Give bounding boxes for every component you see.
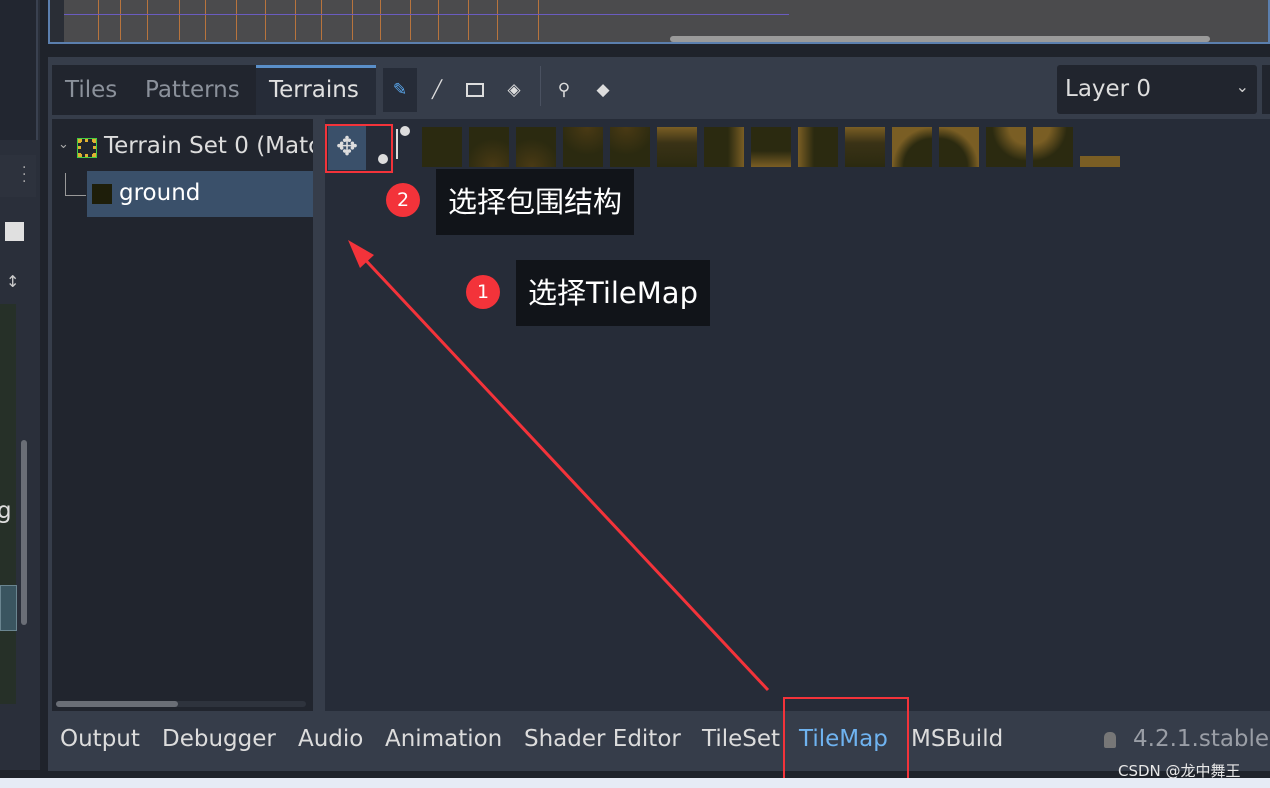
- bottom-tab-output[interactable]: Output: [60, 726, 140, 752]
- highlight-box: [783, 697, 909, 781]
- godot-icon: [1104, 732, 1116, 748]
- bottom-tab-debugger[interactable]: Debugger: [162, 726, 276, 752]
- bottom-tab-animation[interactable]: Animation: [385, 726, 502, 752]
- version-label: 4.2.1.stable.: [1133, 726, 1270, 752]
- bottom-tab-audio[interactable]: Audio: [298, 726, 363, 752]
- bottom-tab-msbuild[interactable]: MSBuild: [911, 726, 1003, 752]
- bottom-tab-shader-editor[interactable]: Shader Editor: [524, 726, 681, 752]
- bottom-tab-tileset[interactable]: TileSet: [702, 726, 780, 752]
- annotation-arrow: [348, 240, 770, 692]
